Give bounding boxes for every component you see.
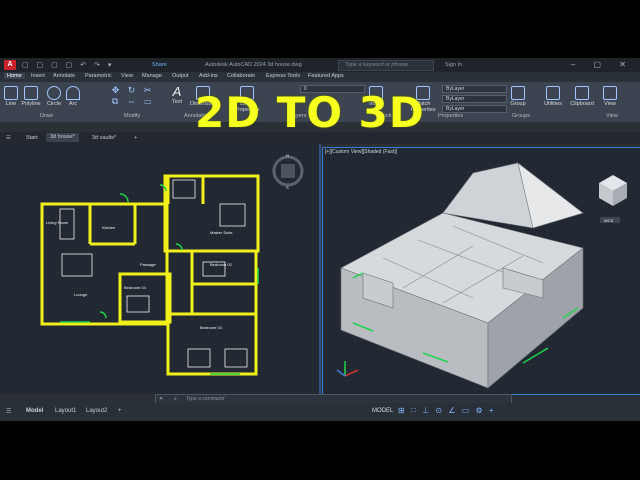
layout-menu-icon[interactable]: ☰: [6, 408, 11, 415]
room-passage: Passage: [140, 262, 156, 267]
lineweight-dropdown[interactable]: ByLayer: [442, 105, 507, 113]
room-bedroom-04: Bedroom 04: [124, 285, 147, 290]
polyline-tool[interactable]: Polyline: [20, 86, 42, 107]
new-tab-icon[interactable]: +: [134, 135, 137, 141]
tab-output[interactable]: Output: [172, 73, 189, 79]
sign-in-button[interactable]: Sign In: [445, 62, 462, 68]
command-input[interactable]: Type a command: [186, 395, 224, 403]
arc-icon: [66, 86, 80, 100]
view-button[interactable]: View: [602, 86, 618, 107]
wcs-label: WCS: [604, 218, 614, 223]
tab-featured-apps[interactable]: Featured Apps: [308, 73, 344, 79]
window-title: Autodesk AutoCAD 2024 3d house.dwg: [205, 62, 302, 68]
clipboard-icon: [575, 86, 589, 100]
window-controls[interactable]: – ▢ ✕: [571, 60, 634, 69]
panel-view[interactable]: View: [606, 113, 618, 119]
viewport-3d[interactable]: [+][Custom View][Shaded (Fast)] WCS: [322, 147, 640, 395]
linetype-dropdown[interactable]: ByLayer: [442, 95, 507, 103]
text-icon: A: [172, 84, 182, 99]
room-bedroom-03: Bedroom 03: [200, 325, 223, 330]
panel-groups[interactable]: Groups: [512, 113, 530, 119]
view-icon: [603, 86, 617, 100]
command-search-icon[interactable]: ⌕: [174, 395, 177, 403]
tab-layout1[interactable]: Layout1: [55, 408, 76, 414]
tab-3d-vaults[interactable]: 3d vaults*: [92, 135, 116, 141]
viewport-2d-plan[interactable]: N S Living Room Kitchen Master Suite Bed…: [0, 144, 321, 394]
room-master-suite: Master Suite: [210, 230, 233, 235]
overlay-title: 2D TO 3D: [195, 88, 425, 137]
panel-draw[interactable]: Draw: [40, 113, 53, 119]
tab-home[interactable]: Home: [4, 73, 25, 79]
modify-tools[interactable]: ✥ ↻ ✂ ⧉ ⇔ ▭: [108, 85, 158, 107]
compass-s: S: [286, 185, 289, 190]
tab-3d-house[interactable]: 3d house*: [46, 133, 79, 142]
tab-insert[interactable]: Insert: [31, 73, 45, 79]
tab-manage[interactable]: Manage: [142, 73, 162, 79]
color-dropdown[interactable]: ByLayer: [442, 85, 507, 93]
3d-model-drawing: WCS: [323, 148, 640, 394]
tab-annotate[interactable]: Annotate: [53, 73, 75, 79]
room-kitchen: Kitchen: [102, 225, 115, 230]
tab-model[interactable]: Model: [26, 408, 43, 414]
line-icon: [4, 86, 18, 100]
room-living: Living Room: [46, 220, 69, 225]
room-lounge: Lounge: [74, 292, 88, 297]
tab-start[interactable]: Start: [26, 135, 38, 141]
status-bar: ☰ Model Layout1 Layout2 + MODEL ⊞ ∷ ⊥ ⊙ …: [0, 403, 640, 420]
title-bar: A ▢ ▢ ▢ ▢ ↶ ↷ ▾ Share Autodesk AutoCAD 2…: [0, 58, 640, 72]
compass-n: N: [286, 153, 289, 158]
utilities-icon: [546, 86, 560, 100]
floor-plan-drawing: N S Living Room Kitchen Master Suite Bed…: [0, 144, 321, 394]
text-tool[interactable]: A Text: [168, 84, 186, 105]
share-button[interactable]: Share: [152, 62, 167, 68]
search-input[interactable]: Type a keyword or phrase: [338, 60, 434, 71]
status-tools[interactable]: ⊞ ∷ ⊥ ⊙ ∠ ▭ ⚙ +: [398, 406, 496, 415]
clipboard-button[interactable]: Clipboard: [568, 86, 596, 107]
viewport-caption[interactable]: [+][Custom View][Shaded (Fast)]: [325, 149, 397, 155]
model-space-toggle[interactable]: MODEL: [372, 408, 393, 414]
polyline-icon: [24, 86, 38, 100]
line-tool[interactable]: Line: [3, 86, 19, 107]
circle-tool[interactable]: Circle: [45, 86, 63, 107]
document-tabs: ☰ Start 3d house* 3d vaults* +: [0, 132, 640, 144]
tab-collaborate[interactable]: Collaborate: [227, 73, 255, 79]
tab-add-ins[interactable]: Add-ins: [199, 73, 218, 79]
tab-express-tools[interactable]: Express Tools: [266, 73, 300, 79]
circle-icon: [47, 86, 61, 100]
group-icon: [511, 86, 525, 100]
autocad-logo-icon[interactable]: A: [4, 60, 16, 70]
menu-icon[interactable]: ☰: [6, 135, 11, 141]
panel-modify[interactable]: Modify: [124, 113, 140, 119]
add-layout-icon[interactable]: +: [118, 408, 122, 414]
ribbon-tabs: Home Insert Annotate Parametric View Man…: [0, 72, 640, 82]
utilities-button[interactable]: Utilities: [540, 86, 566, 107]
tab-parametric[interactable]: Parametric: [85, 73, 112, 79]
tab-layout2[interactable]: Layout2: [86, 408, 107, 414]
panel-properties[interactable]: Properties: [438, 113, 463, 119]
autocad-window: { "overlay_text": "2D TO 3D", "titlebar"…: [0, 0, 640, 480]
quick-access-toolbar[interactable]: ▢ ▢ ▢ ▢ ↶ ↷ ▾: [22, 61, 114, 69]
arc-tool[interactable]: Arc: [66, 86, 80, 107]
room-bedroom-02: Bedroom 02: [210, 262, 233, 267]
group-button[interactable]: Group: [508, 86, 528, 107]
tab-view[interactable]: View: [121, 73, 133, 79]
close-icon[interactable]: ✕: [159, 395, 163, 403]
